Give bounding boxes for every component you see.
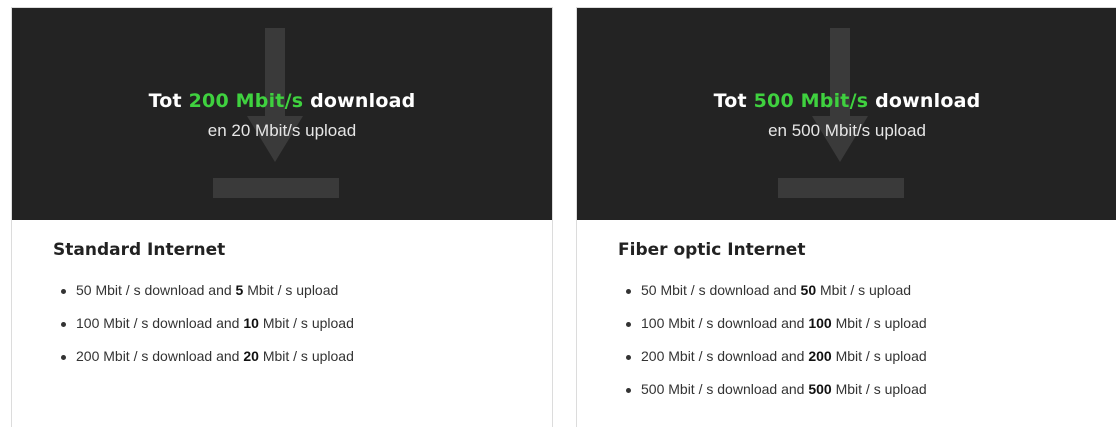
feature-item: 50 Mbit / s download and 5 Mbit / s uplo… [53,274,552,307]
download-speed: 500 Mbit/s [753,90,869,112]
plan-title: Fiber optic Internet [618,240,806,260]
feature-list: 50 Mbit / s download and 5 Mbit / s uplo… [53,274,552,373]
hero-headline: Tot 500 Mbit/s download [713,90,981,112]
plan-title: Standard Internet [53,240,226,260]
plan-hero: Tot 500 Mbit/s download en 500 Mbit/s up… [577,8,1116,220]
hero-subline: en 20 Mbit/s upload [207,121,357,140]
plan-card-fiber: Tot 500 Mbit/s download en 500 Mbit/s up… [576,7,1116,427]
download-speed: 200 Mbit/s [188,90,304,112]
download-arrow-icon [213,28,339,198]
feature-item: 100 Mbit / s download and 10 Mbit / s up… [53,307,552,340]
plan-hero: Tot 200 Mbit/s download en 20 Mbit/s upl… [12,8,552,220]
hero-headline: Tot 200 Mbit/s download [148,90,416,112]
feature-list: 50 Mbit / s download and 50 Mbit / s upl… [618,274,1116,406]
feature-item: 500 Mbit / s download and 500 Mbit / s u… [618,373,1116,406]
download-arrow-icon [778,28,904,198]
feature-item: 200 Mbit / s download and 200 Mbit / s u… [618,340,1116,373]
hero-subline: en 500 Mbit/s upload [768,121,926,140]
feature-item: 200 Mbit / s download and 20 Mbit / s up… [53,340,552,373]
feature-item: 100 Mbit / s download and 100 Mbit / s u… [618,307,1116,340]
feature-item: 50 Mbit / s download and 50 Mbit / s upl… [618,274,1116,307]
plan-card-standard: Tot 200 Mbit/s download en 20 Mbit/s upl… [11,7,553,427]
